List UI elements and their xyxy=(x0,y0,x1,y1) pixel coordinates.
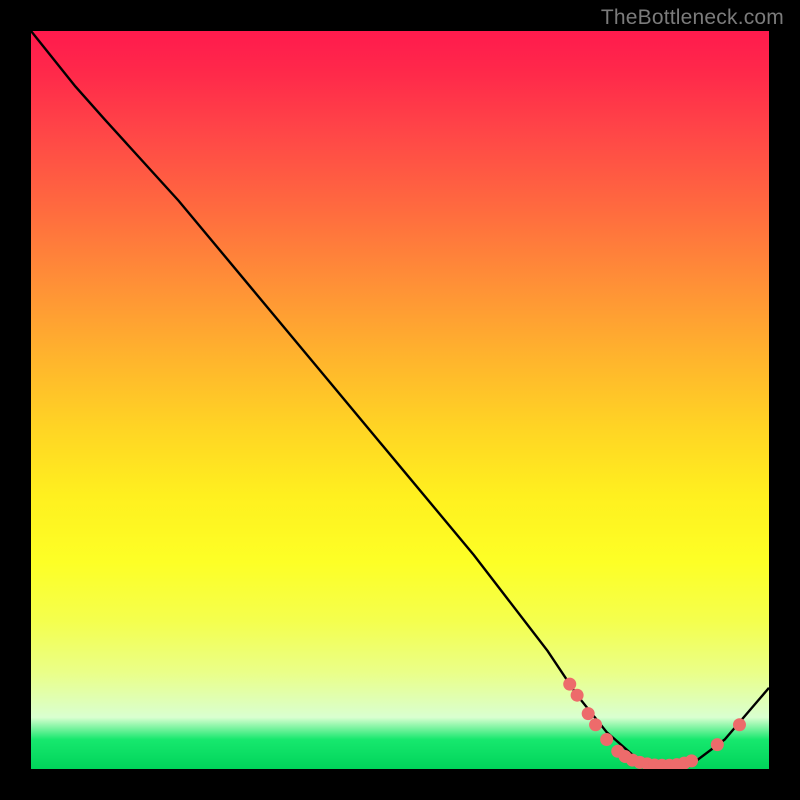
chart-stage: TheBottleneck.com xyxy=(0,0,800,800)
marker-point xyxy=(563,678,576,691)
marker-point xyxy=(733,718,746,731)
marker-point xyxy=(582,707,595,720)
marker-point xyxy=(600,733,613,746)
markers-group xyxy=(563,678,746,769)
marker-point xyxy=(711,738,724,751)
marker-point xyxy=(571,689,584,702)
marker-point xyxy=(589,718,602,731)
watermark-text: TheBottleneck.com xyxy=(601,6,784,30)
marker-point xyxy=(685,754,698,767)
plot-area xyxy=(31,31,769,769)
chart-svg xyxy=(31,31,769,769)
bottleneck-curve xyxy=(31,31,769,765)
